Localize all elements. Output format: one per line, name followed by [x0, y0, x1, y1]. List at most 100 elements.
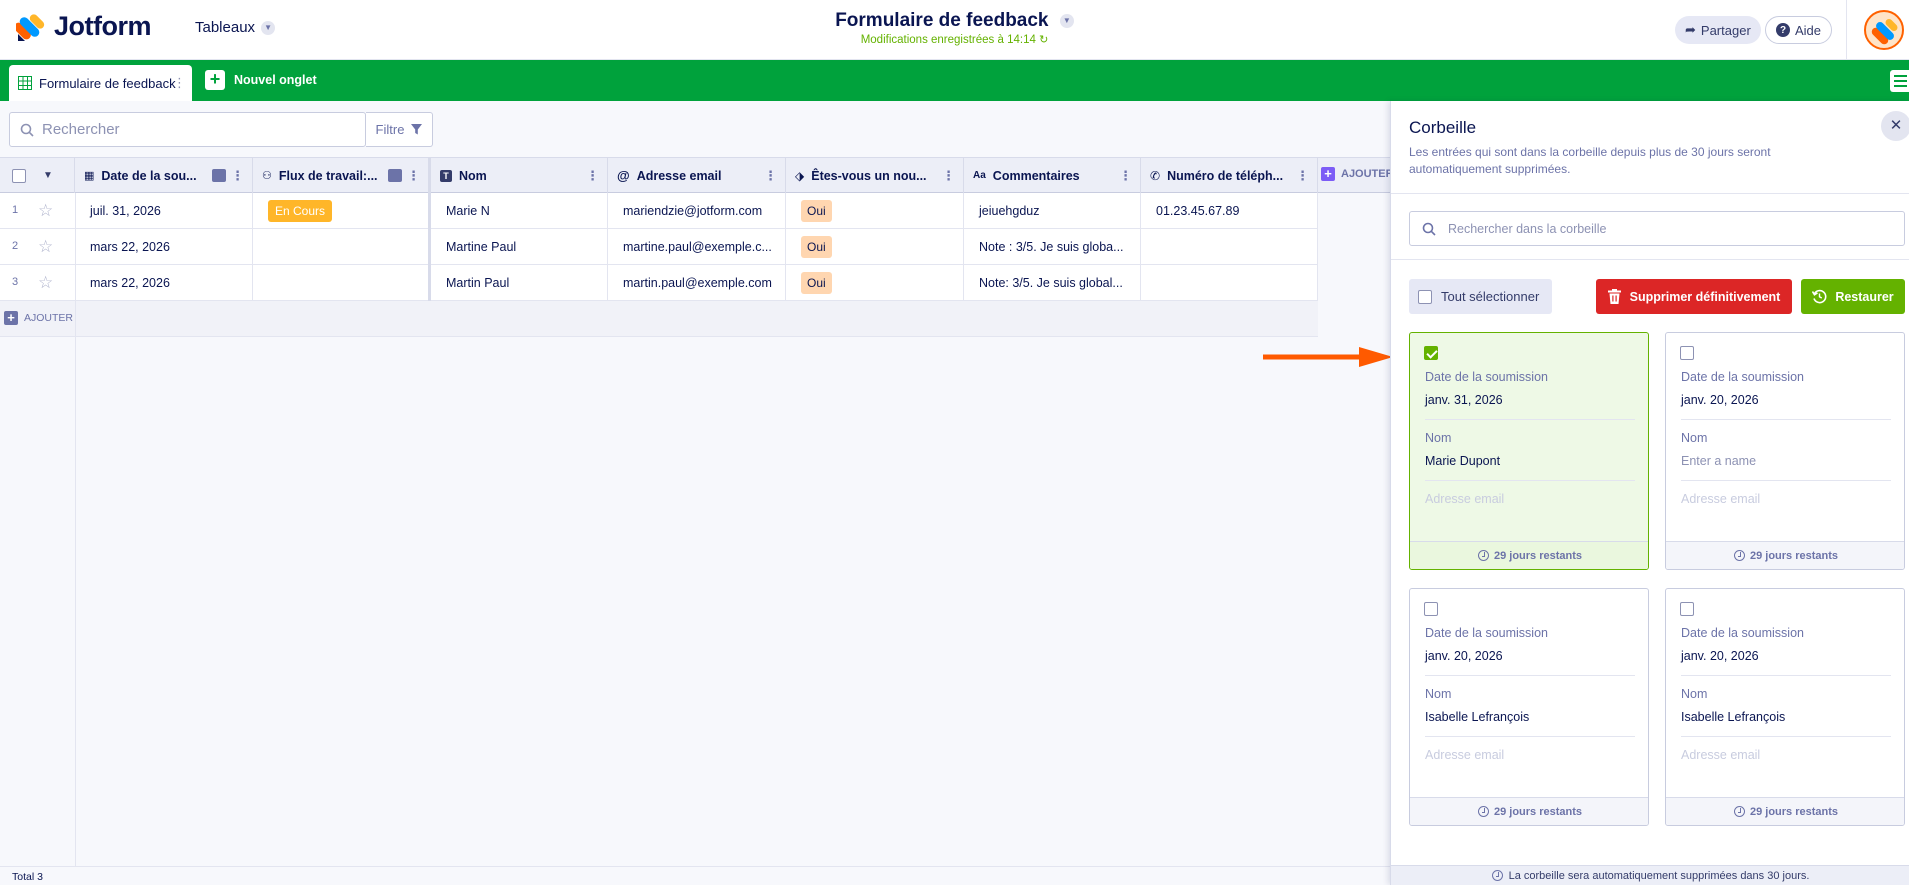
card-checkbox[interactable] — [1680, 602, 1694, 616]
field-label: Date de la soumission — [1425, 370, 1548, 384]
table-row[interactable]: 1 ☆ juil. 31, 2026 En Cours Marie N mari… — [0, 193, 1318, 229]
cell-date[interactable]: juil. 31, 2026 — [75, 193, 253, 229]
cell-workflow[interactable] — [253, 265, 431, 301]
trash-card[interactable]: Date de la soumission janv. 20, 2026 Nom… — [1665, 332, 1905, 570]
select-all-button[interactable]: Tout sélectionner — [1409, 279, 1552, 314]
field-value: janv. 20, 2026 — [1681, 649, 1759, 663]
cell-workflow[interactable]: En Cours — [253, 193, 431, 229]
cell-date[interactable]: mars 22, 2026 — [75, 229, 253, 265]
star-icon[interactable]: ☆ — [38, 274, 53, 291]
cell-comments[interactable]: Note: 3/5. Je suis global... — [964, 265, 1141, 301]
column-title: Numéro de téléph... — [1167, 168, 1284, 183]
side-menu-button[interactable] — [1890, 70, 1909, 92]
column-header-workflow[interactable]: ⚇ Flux de travail:... ⋮ — [253, 158, 431, 193]
cell-new-client[interactable]: Oui — [786, 193, 964, 229]
table-row[interactable]: 2 ☆ mars 22, 2026 Martine Paul martine.p… — [0, 229, 1318, 265]
chevron-down-icon[interactable]: ▼ — [43, 170, 53, 181]
days-remaining: 29 jours restants — [1493, 549, 1583, 562]
cell-comments[interactable]: Note : 3/5. Je suis globa... — [964, 229, 1141, 265]
add-column-button[interactable]: + AJOUTER — [1321, 167, 1394, 181]
days-remaining: 29 jours restants — [1493, 805, 1583, 818]
card-checkbox[interactable] — [1424, 602, 1438, 616]
trash-card[interactable]: Date de la soumission janv. 20, 2026 Nom… — [1665, 588, 1905, 826]
total-count: Total 3 — [12, 871, 43, 883]
column-header-date[interactable]: ▦ Date de la sou... ⋮ — [75, 158, 253, 193]
account-area — [1846, 0, 1909, 60]
plus-icon: + — [1321, 167, 1335, 181]
table-row[interactable]: 3 ☆ mars 22, 2026 Martin Paul martin.pau… — [0, 265, 1318, 301]
avatar[interactable] — [1864, 10, 1904, 50]
form-title: Formulaire de feedback ▼ — [0, 10, 1909, 32]
cell-text: mars 22, 2026 — [90, 276, 170, 290]
select-all-checkbox[interactable] — [1418, 289, 1432, 304]
cell-phone[interactable] — [1141, 229, 1318, 265]
hamburger-icon — [1894, 75, 1907, 77]
lock-icon — [212, 169, 226, 182]
cell-name[interactable]: Marie N — [431, 193, 608, 229]
star-icon[interactable]: ☆ — [38, 238, 53, 255]
column-header-name[interactable]: T Nom ⋮ — [431, 158, 608, 193]
column-options-icon[interactable]: ⋮ — [586, 168, 599, 184]
cell-date[interactable]: mars 22, 2026 — [75, 265, 253, 301]
trash-card[interactable]: Date de la soumission janv. 31, 2026 Nom… — [1409, 332, 1649, 570]
star-icon[interactable]: ☆ — [38, 202, 53, 219]
new-tab-button[interactable]: + Nouvel onglet — [205, 70, 317, 90]
trash-description: Les entrées qui sont dans la corbeille d… — [1409, 145, 1771, 176]
status-badge: En Cours — [268, 200, 333, 222]
field-label: Date de la soumission — [1681, 370, 1804, 384]
column-options-icon[interactable]: ⋮ — [1296, 168, 1309, 184]
help-label: Aide — [1795, 22, 1822, 38]
trash-card[interactable]: Date de la soumission janv. 20, 2026 Nom… — [1409, 588, 1649, 826]
select-all-rows-checkbox[interactable] — [12, 168, 26, 183]
option-badge: Oui — [801, 272, 832, 294]
form-title-chevron-icon[interactable]: ▼ — [1059, 13, 1074, 28]
plus-icon: + — [4, 311, 18, 325]
cell-new-client[interactable]: Oui — [786, 229, 964, 265]
share-button[interactable]: ➦ Partager — [1675, 16, 1761, 44]
cell-name[interactable]: Martine Paul — [431, 229, 608, 265]
column-options-icon[interactable]: ⋮ — [764, 168, 777, 184]
column-header-comments[interactable]: Aa Commentaires ⋮ — [964, 158, 1141, 193]
cell-workflow[interactable] — [253, 229, 431, 265]
option-badge: Oui — [801, 200, 832, 222]
form-title-text[interactable]: Formulaire de feedback — [835, 10, 1048, 31]
card-checkbox[interactable] — [1680, 346, 1694, 360]
cell-name[interactable]: Martin Paul — [431, 265, 608, 301]
divider — [1681, 419, 1891, 420]
cell-phone[interactable]: 01.23.45.67.89 — [1141, 193, 1318, 229]
delete-permanently-button[interactable]: Supprimer définitivement — [1596, 279, 1792, 314]
trash-search-input[interactable] — [1448, 221, 1868, 236]
column-header-email[interactable]: @ Adresse email ⋮ — [608, 158, 786, 193]
cell-text: martin.paul@exemple.com — [623, 276, 772, 290]
column-options-icon[interactable]: ⋮ — [942, 168, 955, 184]
help-button[interactable]: ? Aide — [1765, 16, 1833, 44]
cell-comments[interactable]: jeiuehgduz — [964, 193, 1141, 229]
tab-feedback-form[interactable]: Formulaire de feedback ⋮ — [9, 65, 192, 101]
phone-icon: ✆ — [1150, 168, 1161, 183]
cell-new-client[interactable]: Oui — [786, 265, 964, 301]
lock-icon — [388, 169, 402, 182]
card-checkbox[interactable] — [1424, 346, 1438, 360]
cell-text: Martin Paul — [446, 276, 510, 290]
cell-email[interactable]: mariendzie@jotform.com — [608, 193, 786, 229]
restore-button[interactable]: Restaurer — [1801, 279, 1905, 314]
column-header-phone[interactable]: ✆ Numéro de téléph... ⋮ — [1141, 158, 1318, 193]
cell-phone[interactable] — [1141, 265, 1318, 301]
close-panel-button[interactable]: ✕ — [1881, 111, 1909, 141]
column-options-icon[interactable]: ⋮ — [231, 168, 244, 184]
filter-button[interactable]: Filtre — [366, 112, 433, 147]
field-value: janv. 20, 2026 — [1681, 393, 1759, 407]
column-header-new-client[interactable]: ⬗ Êtes-vous un nou... ⋮ — [786, 158, 964, 193]
cell-email[interactable]: martin.paul@exemple.com — [608, 265, 786, 301]
column-options-icon[interactable]: ⋮ — [1119, 168, 1132, 184]
cell-email[interactable]: martine.paul@exemple.c... — [608, 229, 786, 265]
add-row-button[interactable]: + AJOUTER — [4, 311, 73, 325]
column-options-icon[interactable]: ⋮ — [407, 168, 420, 184]
tab-options-icon[interactable]: ⋮ — [173, 75, 186, 91]
divider — [1391, 193, 1909, 194]
search-input[interactable] — [42, 121, 342, 138]
add-column-label: AJOUTER — [1341, 168, 1394, 180]
trash-panel: Corbeille Les entrées qui sont dans la c… — [1390, 101, 1909, 885]
cell-text: Martine Paul — [446, 240, 517, 254]
sync-icon: ↻ — [1039, 34, 1049, 46]
